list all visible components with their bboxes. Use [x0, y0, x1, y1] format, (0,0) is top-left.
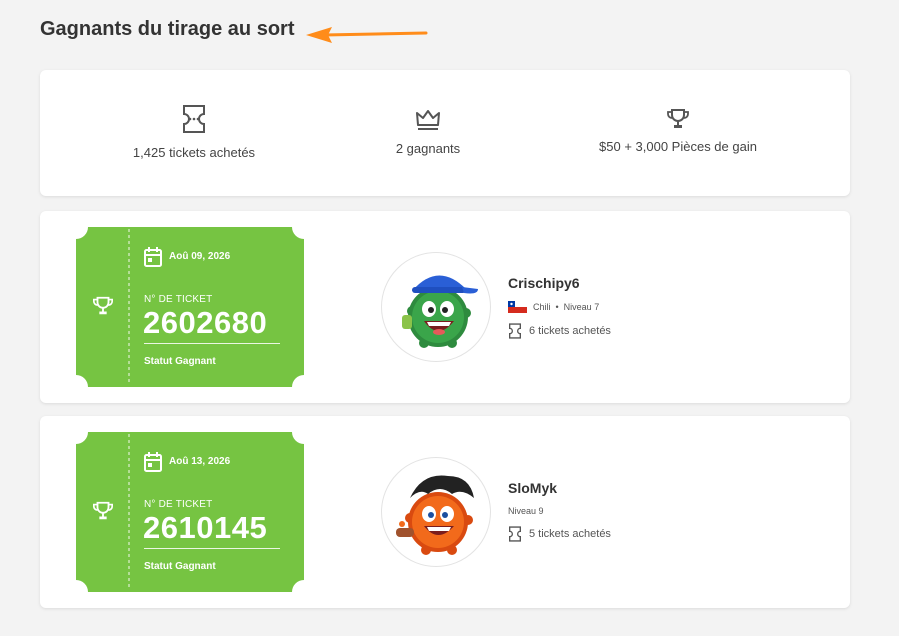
winner-status: Statut Gagnant: [144, 561, 216, 572]
ticket-icon: [183, 105, 205, 133]
winning-ticket: Aoû 13, 2026 N° DE TICKET 2610145 Statut…: [76, 432, 304, 592]
trophy-icon: [667, 109, 689, 128]
winner-level: Niveau 7: [563, 302, 600, 312]
winner-card: Aoû 09, 2026 N° DE TICKET 2602680 Statut…: [40, 211, 850, 403]
winner-username[interactable]: Crischipy6: [508, 275, 611, 291]
trophy-icon: [93, 501, 113, 520]
winner-meta: Chili • Niveau 7: [508, 301, 611, 313]
stat-prize: $50 + 3,000 Pièces de gain: [558, 70, 798, 154]
stat-tickets-bought: 1,425 tickets achetés: [74, 70, 314, 160]
ticket-icon: [509, 323, 521, 339]
separator-dot: •: [555, 302, 559, 312]
stat-label: 2 gagnants: [395, 141, 461, 156]
avatar[interactable]: [381, 457, 491, 567]
winner-level: Niveau 9: [508, 506, 544, 516]
tickets-bought: 5 tickets achetés: [508, 526, 611, 542]
ticket-icon: [509, 526, 521, 542]
stat-winners-count: 2 gagnants: [308, 70, 548, 156]
tickets-bought: 6 tickets achetés: [508, 323, 611, 339]
orange-monster-avatar-icon: [396, 475, 474, 555]
draw-date: Aoû 09, 2026: [169, 251, 231, 262]
winner-card: Aoû 13, 2026 N° DE TICKET 2610145 Statut…: [40, 416, 850, 608]
green-monster-avatar-icon: [402, 275, 478, 348]
crown-icon: [416, 110, 440, 130]
ticket-number-label: N° DE TICKET: [144, 294, 213, 305]
winner-meta: Niveau 9: [508, 506, 611, 516]
ticket-number: 2602680: [143, 305, 268, 340]
trophy-icon: [93, 296, 113, 315]
calendar-icon: [144, 452, 162, 472]
raffle-stats-card: 1,425 tickets achetés 2 gagnants $50 + 3…: [40, 70, 850, 196]
winner-info: Crischipy6 Chili • Niveau 7 6 tickets ac…: [508, 275, 611, 339]
page-header: Gagnants du tirage au sort: [40, 18, 294, 41]
divider: [144, 343, 280, 344]
draw-date: Aoû 13, 2026: [169, 456, 231, 467]
winner-status: Statut Gagnant: [144, 356, 216, 367]
tickets-bought-label: 6 tickets achetés: [529, 325, 611, 337]
calendar-icon: [144, 247, 162, 267]
avatar[interactable]: [381, 252, 491, 362]
winner-country: Chili: [533, 302, 551, 312]
stat-label: 1,425 tickets achetés: [132, 145, 256, 160]
chile-flag-icon: [508, 301, 527, 313]
winner-info: SloMyk Niveau 9 5 tickets achetés: [508, 480, 611, 542]
ticket-number-label: N° DE TICKET: [144, 499, 213, 510]
ticket-number: 2610145: [143, 510, 268, 545]
page-title: Gagnants du tirage au sort: [40, 18, 295, 40]
arrow-annotation-icon: [306, 27, 428, 43]
winner-username[interactable]: SloMyk: [508, 480, 611, 496]
divider: [144, 548, 280, 549]
stat-label: $50 + 3,000 Pièces de gain: [599, 139, 757, 154]
winning-ticket: Aoû 09, 2026 N° DE TICKET 2602680 Statut…: [76, 227, 304, 387]
tickets-bought-label: 5 tickets achetés: [529, 528, 611, 540]
